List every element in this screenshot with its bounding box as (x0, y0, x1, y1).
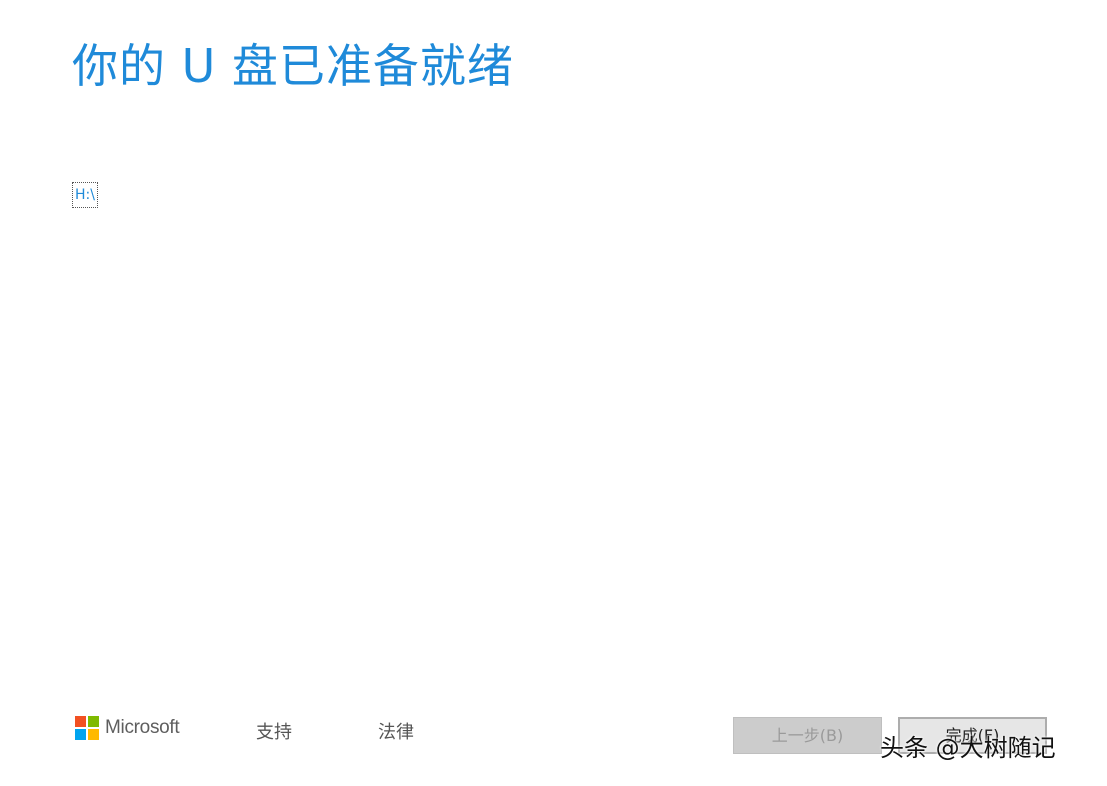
microsoft-logo-icon (75, 716, 99, 740)
logo-square-yellow (88, 729, 99, 740)
support-link[interactable]: 支持 (256, 718, 292, 744)
media-creation-tool-window: 你的 U 盘已准备就绪 H:\ Microsoft 支持 法律 上一步(B) 完… (0, 0, 1107, 786)
logo-square-green (88, 716, 99, 727)
back-button[interactable]: 上一步(B) (733, 717, 882, 754)
microsoft-logo: Microsoft (75, 716, 180, 740)
finish-button[interactable]: 完成(F) (898, 717, 1047, 754)
page-title: 你的 U 盘已准备就绪 (72, 39, 514, 93)
legal-link[interactable]: 法律 (378, 718, 414, 744)
logo-square-red (75, 716, 86, 727)
drive-link[interactable]: H:\ (72, 182, 98, 208)
microsoft-logo-text: Microsoft (105, 717, 180, 738)
logo-square-blue (75, 729, 86, 740)
footer: Microsoft 支持 法律 上一步(B) 完成(F) (0, 700, 1107, 786)
